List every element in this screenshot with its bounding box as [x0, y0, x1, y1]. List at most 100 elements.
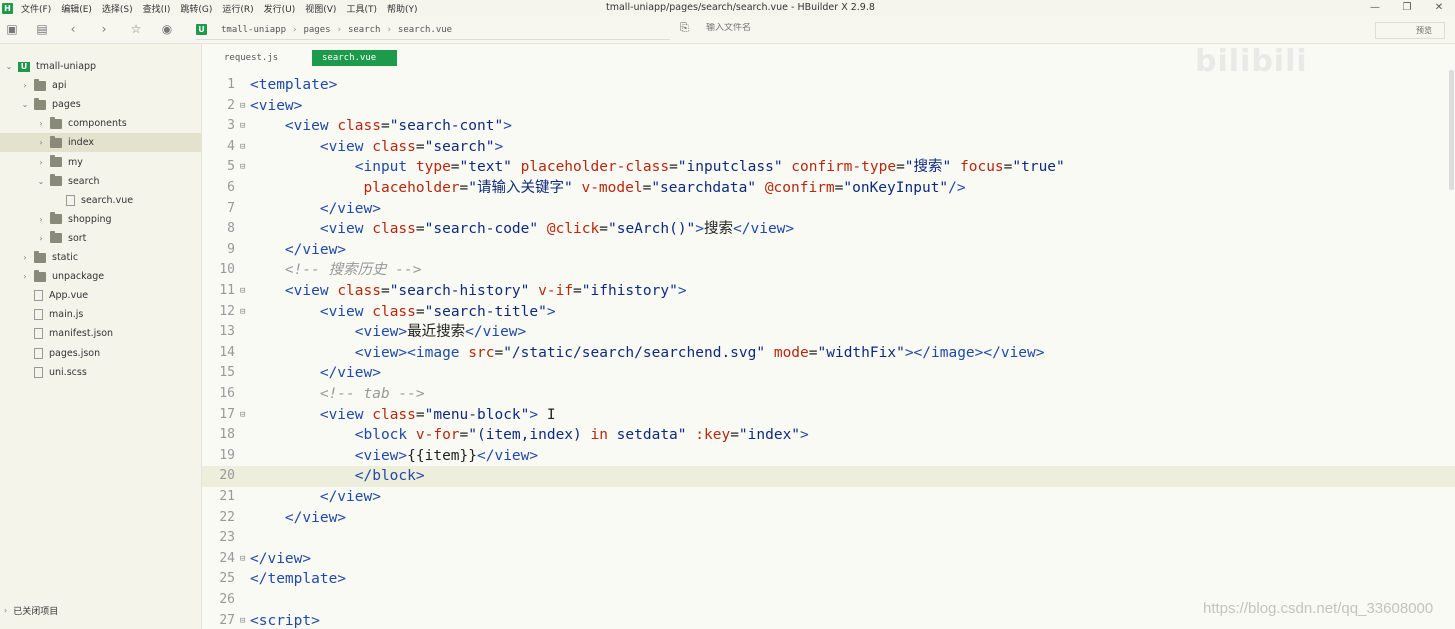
fold-toggle-icon[interactable]: ⊟ [240, 96, 245, 117]
tree-item-api[interactable]: › api [0, 76, 201, 95]
restore-icon[interactable]: ❐ [1391, 0, 1423, 16]
breadcrumb-search[interactable]: search [348, 25, 381, 35]
fold-toggle-icon[interactable]: ⊟ [240, 281, 245, 302]
menu-goto[interactable]: 跳转(G) [180, 2, 212, 15]
fold-toggle-icon[interactable]: ⊟ [240, 116, 245, 137]
tree-item-app-vue[interactable]: App.vue [0, 286, 201, 305]
menu-run[interactable]: 运行(R) [222, 2, 253, 15]
menu-tools[interactable]: 工具(T) [346, 2, 377, 15]
fold-toggle-icon[interactable]: ⊟ [240, 302, 245, 323]
menu-edit[interactable]: 编辑(E) [61, 2, 92, 15]
code-line[interactable]: 14 <view><image src="/static/search/sear… [202, 343, 1455, 364]
chevron-right-icon[interactable]: › [20, 272, 30, 281]
breadcrumb-project[interactable]: tmall-uniapp [221, 25, 286, 35]
save-icon[interactable]: ▤ [35, 22, 49, 36]
tab-search-vue[interactable]: search.vue [312, 50, 397, 66]
menu-find[interactable]: 查找(I) [143, 2, 171, 15]
code-token: <view> [354, 324, 408, 341]
tree-item-sort[interactable]: › sort [0, 229, 201, 248]
tree-item-static[interactable]: › static [0, 248, 201, 267]
code-line[interactable]: 22 </view> [202, 508, 1455, 529]
code-token: <view [319, 406, 373, 423]
fold-toggle-icon[interactable]: ⊟ [240, 405, 245, 426]
chevron-down-icon[interactable]: ⌄ [36, 177, 46, 186]
tree-item-shopping[interactable]: › shopping [0, 210, 201, 229]
code-line[interactable]: 25 </template> [202, 569, 1455, 590]
menu-help[interactable]: 帮助(Y) [387, 2, 418, 15]
code-line[interactable]: 21 </view> [202, 487, 1455, 508]
code-line[interactable]: 23 [202, 528, 1455, 549]
breadcrumb-pages[interactable]: pages [303, 25, 330, 35]
code-line[interactable]: 6 placeholder="请输入关键字" v-model="searchda… [202, 178, 1455, 199]
menu-select[interactable]: 选择(S) [102, 2, 133, 15]
menu-file[interactable]: 文件(F) [21, 2, 51, 15]
tab-request-js[interactable]: request.js [214, 50, 288, 66]
code-token: setdata" [607, 427, 687, 444]
tree-item-tmall-uniapp[interactable]: ⌄ Utmall-uniapp [0, 57, 201, 76]
fold-toggle-icon[interactable]: ⊟ [240, 611, 245, 629]
code-line[interactable]: 7 </view> [202, 199, 1455, 220]
code-editor[interactable]: 1 <template> 2 ⊟ <view> 3 ⊟ <view class="searc… [202, 70, 1455, 629]
preview-button[interactable]: 预览 [1375, 22, 1445, 39]
fold-toggle-icon[interactable]: ⊟ [240, 137, 245, 158]
fold-toggle-icon[interactable]: ⊟ [240, 549, 245, 570]
tree-item-search-vue[interactable]: search.vue [0, 191, 201, 210]
code-line[interactable]: 9 </view> [202, 240, 1455, 261]
code-line[interactable]: 15 </view> [202, 363, 1455, 384]
tree-item-uni-scss[interactable]: uni.scss [0, 363, 201, 382]
breadcrumb-separator-icon: › [292, 24, 298, 35]
tree-item-pages[interactable]: ⌄ pages [0, 95, 201, 114]
run-icon[interactable]: ◉ [160, 22, 174, 36]
code-line[interactable]: 24 ⊟ </view> [202, 549, 1455, 570]
chevron-right-icon[interactable]: › [36, 138, 46, 147]
chevron-right-icon[interactable]: › [36, 158, 46, 167]
chevron-right-icon[interactable]: › [20, 81, 30, 90]
menu-publish[interactable]: 发行(U) [264, 2, 296, 15]
new-file-icon[interactable]: ▣ [5, 22, 19, 36]
code-line[interactable]: 18 <block v-for="(item,index) in setdata… [202, 425, 1455, 446]
code-token: = [730, 427, 739, 444]
breadcrumb-file[interactable]: search.vue [398, 25, 452, 35]
tree-item-main-js[interactable]: main.js [0, 305, 201, 324]
code-line[interactable]: 3 ⊟ <view class="search-cont"> [202, 116, 1455, 137]
chevron-right-icon[interactable]: › [36, 234, 46, 243]
fold-toggle-icon[interactable]: ⊟ [240, 157, 245, 178]
menu-view[interactable]: 视图(V) [305, 2, 336, 15]
code-line[interactable]: 20 </block> [202, 466, 1455, 487]
code-line[interactable]: 16 <!-- tab --> [202, 384, 1455, 405]
tree-item-components[interactable]: › components [0, 114, 201, 133]
forward-icon[interactable]: › [97, 22, 111, 36]
tree-item-search[interactable]: ⌄ search [0, 172, 201, 191]
chevron-down-icon[interactable]: ⌄ [20, 100, 30, 109]
minimize-icon[interactable]: — [1359, 0, 1391, 16]
code-line[interactable]: 10 <!-- 搜索历史 --> [202, 260, 1455, 281]
chevron-right-icon[interactable]: › [36, 215, 46, 224]
code-line[interactable]: 4 ⊟ <view class="search"> [202, 137, 1455, 158]
code-line[interactable]: 5 ⊟ <input type="text" placeholder-class=… [202, 157, 1455, 178]
favorite-star-icon[interactable]: ☆ [129, 22, 143, 36]
file-search-input[interactable] [706, 23, 1106, 33]
code-line[interactable]: 12 ⊟ <view class="search-title"> [202, 302, 1455, 323]
tree-item-index[interactable]: › index [0, 133, 201, 153]
code-line[interactable]: 2 ⊟ <view> [202, 96, 1455, 117]
tree-item-pages-json[interactable]: pages.json [0, 344, 201, 363]
code-line[interactable]: 17 ⊟ <view class="menu-block"> I [202, 405, 1455, 426]
code-line[interactable]: 11 ⊟ <view class="search-history" v-if="i… [202, 281, 1455, 302]
close-icon[interactable]: ✕ [1423, 0, 1455, 16]
line-number: 16 [219, 386, 235, 401]
code-text: </view> [250, 549, 311, 570]
editor-scrollbar[interactable] [1449, 70, 1454, 190]
chevron-right-icon[interactable]: › [20, 253, 30, 262]
code-line[interactable]: 13 <view>最近搜索</view> [202, 322, 1455, 343]
chevron-right-icon[interactable]: › [36, 119, 46, 128]
chevron-down-icon[interactable]: ⌄ [4, 62, 14, 71]
tree-item-my[interactable]: › my [0, 153, 201, 172]
code-line[interactable]: 19 <view>{{item}}</view> [202, 446, 1455, 467]
code-line[interactable]: 8 <view class="search-code" @click="seAr… [202, 219, 1455, 240]
back-icon[interactable]: ‹ [66, 22, 80, 36]
closed-projects[interactable]: › 已关闭项目 [0, 604, 58, 617]
tree-item-manifest-json[interactable]: manifest.json [0, 324, 201, 343]
line-number: 3 [227, 118, 235, 134]
menu-bar: H 文件(F) 编辑(E) 选择(S) 查找(I) 跳转(G) 运行(R) 发行… [0, 0, 1455, 16]
tree-item-unpackage[interactable]: › unpackage [0, 267, 201, 286]
